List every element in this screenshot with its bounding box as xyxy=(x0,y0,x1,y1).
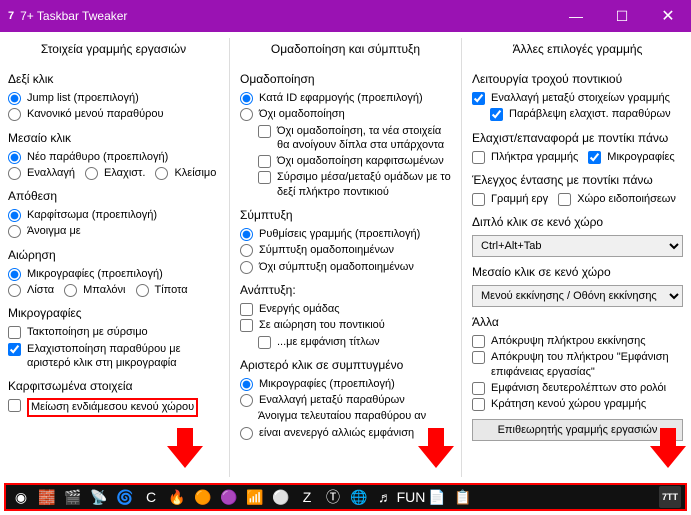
check-drag-reorder[interactable]: Τακτοποίηση με σύρσιμο xyxy=(8,324,219,340)
check-reserve-space[interactable]: Κράτηση κενού χώρου γραμμής xyxy=(472,396,683,412)
option-lc-thumbs[interactable]: Μικρογραφίες (προεπιλογή) xyxy=(240,376,451,392)
group-dblclick-title: Διπλό κλικ σε κενό χώρο xyxy=(472,215,683,229)
window-title: 7+ Taskbar Tweaker xyxy=(20,9,553,23)
option-close[interactable]: Κλείσιμο xyxy=(155,165,218,181)
option-switch[interactable]: Εναλλαγή xyxy=(8,165,77,181)
main-content: Στοιχεία γραμμής εργασιών Δεξί κλικ Jump… xyxy=(0,32,691,483)
group-minrestore-title: Ελαχιστ/επαναφορά με ποντίκι πάνω xyxy=(472,131,683,145)
group-grouping-title: Ομαδοποίηση xyxy=(240,72,451,86)
check-show-labels[interactable]: ...με εμφάνιση τίτλων xyxy=(258,334,451,350)
titlebar: 7 7+ Taskbar Tweaker — ☐ ✕ xyxy=(0,0,691,32)
column-grouping: Ομαδοποίηση και σύμπτυξη Ομαδοποίηση Κατ… xyxy=(229,38,451,477)
taskbar-icon-2[interactable]: 🎬 xyxy=(62,486,84,508)
option-pin[interactable]: Καρφίτσωμα (προεπιλογή) xyxy=(8,207,219,223)
option-lc-cycle[interactable]: Εναλλαγή μεταξύ παραθύρων xyxy=(240,392,451,408)
group-middleclick-title: Μεσαίο κλικ xyxy=(8,131,219,145)
taskbar-icon-13[interactable]: 🌐 xyxy=(348,486,370,508)
taskbar-icon-5[interactable]: C xyxy=(140,486,162,508)
check-no-group-pinned[interactable]: Όχι ομαδοποίηση καρφιτσωμένων xyxy=(258,153,451,169)
minimize-button[interactable]: — xyxy=(553,0,599,32)
taskbar-icon-7[interactable]: 🟠 xyxy=(192,486,214,508)
taskbar-icon-10[interactable]: ⚪ xyxy=(270,486,292,508)
taskbar-icon-17[interactable]: 📋 xyxy=(452,486,474,508)
check-skip-minimized[interactable]: Παράβλεψη ελαχιστ. παραθύρων xyxy=(490,106,683,122)
column-taskbar-items: Στοιχεία γραμμής εργασιών Δεξί κλικ Jump… xyxy=(8,38,219,477)
check-drag-groups[interactable]: Σύρσιμο μέσα/μεταξύ ομάδων με το δεξί πλ… xyxy=(258,169,451,200)
col3-header: Άλλες επιλογές γραμμής xyxy=(472,38,683,64)
combo-mclick[interactable]: Μενού εκκίνησης / Οθόνη εκκίνησης xyxy=(472,285,683,307)
check-active-group[interactable]: Ενεργής ομάδας xyxy=(240,301,451,317)
taskbar-icon-11[interactable]: Z xyxy=(296,486,318,508)
group-volume-title: Έλεγχος έντασης με ποντίκι πάνω xyxy=(472,173,683,187)
check-remove-gap[interactable]: Μείωση ενδιάμεσου κενού χώρου xyxy=(8,397,219,417)
group-other-title: Άλλα xyxy=(472,315,683,329)
taskbar-icon-9[interactable]: 📶 xyxy=(244,486,266,508)
option-balloon[interactable]: Μπαλόνι xyxy=(64,282,127,298)
close-button[interactable]: ✕ xyxy=(645,0,691,32)
taskbar-icon-15[interactable]: FUN xyxy=(400,486,422,508)
option-combine-grouped[interactable]: Σύμπτυξη ομαδοποιημένων xyxy=(240,242,451,258)
option-combine-default[interactable]: Ρυθμίσεις γραμμής (προεπιλογή) xyxy=(240,226,451,242)
option-no-combine[interactable]: Όχι σύμπτυξη ομαδοποιημένων xyxy=(240,259,451,275)
check-vol-taskbar[interactable]: Γραμμή εργ xyxy=(472,191,550,207)
check-taskbar-buttons[interactable]: Πλήκτρα γραμμής xyxy=(472,149,580,165)
taskbar-icon-16[interactable]: 📄 xyxy=(426,486,448,508)
title-icon: 7 xyxy=(8,10,14,22)
taskbar-icon-4[interactable]: 🌀 xyxy=(114,486,136,508)
windows-taskbar[interactable]: ◉🧱🎬📡🌀C🔥🟠🟣📶⚪ZⓉ🌐♬FUN📄📋 7TT xyxy=(4,483,687,511)
option-list[interactable]: Λίστα xyxy=(8,282,56,298)
option-group-appid[interactable]: Κατά ID εφαρμογής (προεπιλογή) xyxy=(240,90,451,106)
combo-dblclick[interactable]: Ctrl+Alt+Tab xyxy=(472,235,683,257)
taskbar-icon-0[interactable]: ◉ xyxy=(10,486,32,508)
option-jumplist[interactable]: Jump list (προεπιλογή) xyxy=(8,90,219,106)
group-rightclick-title: Δεξί κλικ xyxy=(8,72,219,86)
check-cycle-items[interactable]: Εναλλαγή μεταξύ στοιχείων γραμμής xyxy=(472,90,683,106)
check-leftclick-minimize[interactable]: Ελαχιστοποίηση παραθύρου με αριστερό κλι… xyxy=(8,341,219,372)
group-leftclick-title: Αριστερό κλικ σε συμπτυγμένο xyxy=(240,358,451,372)
taskbar-icon-8[interactable]: 🟣 xyxy=(218,486,240,508)
option-lc-last[interactable]: Άνοιγμα τελευταίου παραθύρου αν xyxy=(240,408,451,424)
maximize-button[interactable]: ☐ xyxy=(599,0,645,32)
group-mclick-title: Μεσαίο κλικ σε κενό χώρο xyxy=(472,265,683,279)
taskbar-icon-18[interactable]: 7TT xyxy=(659,486,681,508)
taskbar-icon-12[interactable]: Ⓣ xyxy=(322,486,344,508)
group-pinned-title: Καρφιτσωμένα στοιχεία xyxy=(8,379,219,393)
taskbar-icon-3[interactable]: 📡 xyxy=(88,486,110,508)
group-combine-title: Σύμπτυξη xyxy=(240,208,451,222)
arrow-annotation-1 xyxy=(167,428,203,470)
check-show-seconds[interactable]: Εμφάνιση δευτερολέπτων στο ρολόι xyxy=(472,380,683,396)
col2-header: Ομαδοποίηση και σύμπτυξη xyxy=(240,38,451,64)
group-thumbs-title: Μικρογραφίες xyxy=(8,306,219,320)
check-hide-start[interactable]: Απόκρυψη πλήκτρου εκκίνησης xyxy=(472,333,683,349)
check-hide-showdesktop[interactable]: Απόκρυψη του πλήκτρου "Εμφάνιση επιφάνει… xyxy=(472,349,683,380)
arrow-annotation-2 xyxy=(418,428,454,470)
option-minimize[interactable]: Ελαχιστ. xyxy=(85,165,147,181)
group-hover-title: Αιώρηση xyxy=(8,248,219,262)
check-vol-tray[interactable]: Χώρο ειδοποιήσεων xyxy=(558,191,678,207)
taskbar-icon-1[interactable]: 🧱 xyxy=(36,486,58,508)
option-standard-menu[interactable]: Κανονικό μενού παραθύρου xyxy=(8,106,219,122)
option-thumbnails[interactable]: Μικρογραφίες (προεπιλογή) xyxy=(8,266,219,282)
taskbar-icon-14[interactable]: ♬ xyxy=(374,486,396,508)
option-openwith[interactable]: Άνοιγμα με xyxy=(8,223,219,239)
option-nothing[interactable]: Τίποτα xyxy=(136,282,190,298)
check-thumbnails-wheel[interactable]: Μικρογραφίες xyxy=(588,149,676,165)
check-on-hover[interactable]: Σε αιώρηση του ποντικιού xyxy=(240,317,451,333)
taskbar-icon-6[interactable]: 🔥 xyxy=(166,486,188,508)
group-wheel-title: Λειτουργία τροχού ποντικιού xyxy=(472,72,683,86)
arrow-annotation-3 xyxy=(650,428,686,470)
col1-header: Στοιχεία γραμμής εργασιών xyxy=(8,38,219,64)
check-open-near[interactable]: Όχι ομαδοποίηση, τα νέα στοιχεία θα ανοί… xyxy=(258,123,451,154)
column-other-options: Άλλες επιλογές γραμμής Λειτουργία τροχού… xyxy=(461,38,683,477)
option-no-group[interactable]: Όχι ομαδοποίηση xyxy=(240,106,451,122)
group-decombine-title: Ανάπτυξη: xyxy=(240,283,451,297)
group-drop-title: Απόθεση xyxy=(8,189,219,203)
option-new-window[interactable]: Νέο παράθυρο (προεπιλογή) xyxy=(8,149,219,165)
